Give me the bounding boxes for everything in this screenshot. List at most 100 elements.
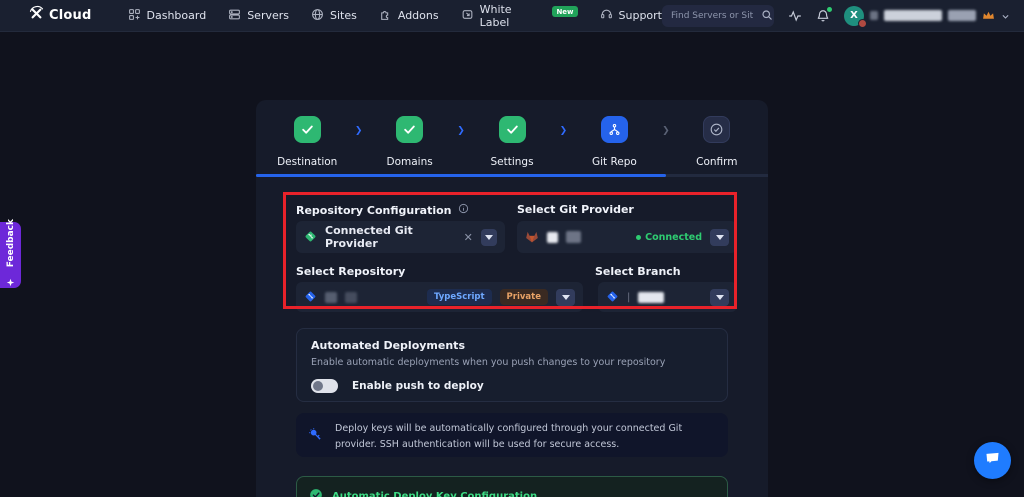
push-to-deploy-label: Enable push to deploy	[352, 380, 484, 392]
wizard-progress-fill	[256, 174, 666, 177]
select-branch-label: Select Branch	[595, 265, 681, 278]
deploy-key-status-text: Automatic Deploy Key Configuration	[332, 491, 537, 497]
step-label: Git Repo	[592, 156, 637, 168]
avatar-initial: X	[850, 10, 858, 21]
toggle-knob	[313, 381, 323, 391]
separator: |	[627, 292, 630, 303]
nav-item-sites[interactable]: Sites	[311, 8, 357, 24]
redacted-username	[948, 10, 976, 21]
nav-item-addons[interactable]: Addons	[379, 8, 439, 24]
search-input[interactable]	[671, 11, 753, 21]
step-confirm-circle-check-icon	[703, 116, 730, 143]
main-nav: Dashboard Servers Sites Addons White Lab…	[128, 3, 663, 29]
redacted-provider-account	[547, 232, 558, 243]
deploy-key-status-box: Automatic Deploy Key Configuration	[296, 476, 728, 497]
chevron-down-icon	[1001, 6, 1010, 25]
git-branch-icon	[304, 288, 317, 307]
key-icon	[308, 427, 323, 449]
search-icon[interactable]	[761, 6, 773, 25]
crown-icon	[982, 6, 995, 25]
check-circle-icon	[309, 487, 323, 497]
dropdown-arrow-button[interactable]	[481, 229, 497, 246]
redacted-username	[884, 10, 942, 21]
dropdown-arrow-button[interactable]	[556, 289, 575, 306]
automated-deployments-description: Enable automatic deployments when you pu…	[311, 357, 713, 368]
app-screen: Cloud Dashboard Servers Sites Addons Whi…	[0, 0, 1024, 497]
dropdown-arrow-button[interactable]	[710, 229, 729, 246]
site-setup-wizard-card: Destination ❯ Domains ❯ Settings ❯	[256, 100, 768, 497]
notifications-bell-icon[interactable]	[816, 9, 830, 23]
step-git-repo[interactable]: Git Repo ❯	[563, 116, 665, 168]
redacted-branch-name	[638, 292, 664, 303]
brand-logo[interactable]: Cloud	[28, 5, 92, 26]
visibility-badge: Private	[500, 289, 548, 305]
nav-item-white-label[interactable]: White Label New	[461, 3, 578, 29]
nav-label: Dashboard	[147, 9, 207, 22]
step-label: Domains	[387, 156, 433, 168]
dropdown-arrow-button[interactable]	[710, 289, 729, 306]
dropdown-value: Connected Git Provider	[325, 224, 448, 250]
info-icon[interactable]	[458, 203, 469, 217]
automated-deployments-panel: Automated Deployments Enable automatic d…	[296, 328, 728, 402]
redacted-provider-account	[566, 231, 581, 243]
step-destination[interactable]: Destination ❯	[256, 116, 358, 168]
sparkle-icon	[6, 272, 15, 291]
nav-label: White Label	[480, 3, 545, 29]
brand-name: Cloud	[49, 8, 92, 23]
status-text: Connected	[645, 232, 702, 243]
step-settings[interactable]: Settings ❯	[461, 116, 563, 168]
push-to-deploy-toggle[interactable]	[311, 379, 338, 393]
xcloud-logo-icon	[28, 5, 45, 26]
gitlab-icon	[525, 228, 539, 247]
nav-label: Addons	[398, 9, 439, 22]
nav-item-dashboard[interactable]: Dashboard	[128, 8, 207, 24]
nav-label: Support	[619, 9, 662, 22]
user-account-menu[interactable]: X	[844, 6, 1010, 26]
select-git-provider-label: Select Git Provider	[517, 203, 634, 216]
servers-icon	[228, 8, 241, 24]
puzzle-icon	[379, 8, 392, 24]
dashboard-icon	[128, 8, 141, 24]
feedback-button[interactable]: Feedback	[0, 222, 21, 288]
connected-git-provider-dropdown[interactable]: Connected Git Provider ✕	[296, 221, 505, 253]
wizard-stepper: Destination ❯ Domains ❯ Settings ❯	[256, 116, 768, 168]
step-confirm[interactable]: Confirm	[666, 116, 768, 168]
step-domains[interactable]: Domains ❯	[358, 116, 460, 168]
step-complete-check-icon	[396, 116, 423, 143]
redacted-username	[870, 11, 878, 20]
branch-dropdown[interactable]: |	[598, 282, 737, 312]
step-complete-check-icon	[294, 116, 321, 143]
deploy-keys-info-box: Deploy keys will be automatically config…	[296, 413, 728, 457]
notification-dot	[827, 7, 832, 12]
step-label: Destination	[277, 156, 337, 168]
top-navigation-bar: Cloud Dashboard Servers Sites Addons Whi…	[0, 0, 1024, 32]
globe-icon	[311, 8, 324, 24]
chat-widget-button[interactable]	[974, 442, 1011, 479]
repository-configuration-heading: Repository Configuration	[296, 203, 469, 217]
nav-item-servers[interactable]: Servers	[228, 8, 289, 24]
section-title: Repository Configuration	[296, 204, 452, 217]
support-icon	[600, 8, 613, 24]
white-label-icon	[461, 8, 474, 24]
git-logo-icon	[304, 228, 317, 247]
git-provider-dropdown[interactable]: Connected	[517, 221, 737, 253]
status-dot-icon	[636, 235, 641, 240]
feedback-label: Feedback	[6, 219, 16, 267]
global-search[interactable]	[662, 5, 774, 27]
nav-item-support[interactable]: Support	[600, 8, 662, 24]
nav-label: Servers	[247, 9, 289, 22]
select-repository-label: Select Repository	[296, 265, 405, 278]
step-label: Confirm	[696, 156, 737, 168]
redacted-repo-name	[345, 292, 357, 303]
step-label: Settings	[490, 156, 533, 168]
clear-selection-icon[interactable]: ✕	[464, 231, 473, 244]
chat-bubble-icon	[984, 450, 1001, 471]
repository-dropdown[interactable]: TypeScript Private	[296, 282, 583, 312]
activity-icon[interactable]	[788, 9, 802, 23]
avatar-status-badge	[858, 19, 867, 28]
avatar: X	[844, 6, 864, 26]
git-branch-icon	[606, 288, 619, 307]
automated-deployments-title: Automated Deployments	[311, 339, 713, 352]
language-badge: TypeScript	[427, 289, 492, 305]
step-complete-check-icon	[499, 116, 526, 143]
